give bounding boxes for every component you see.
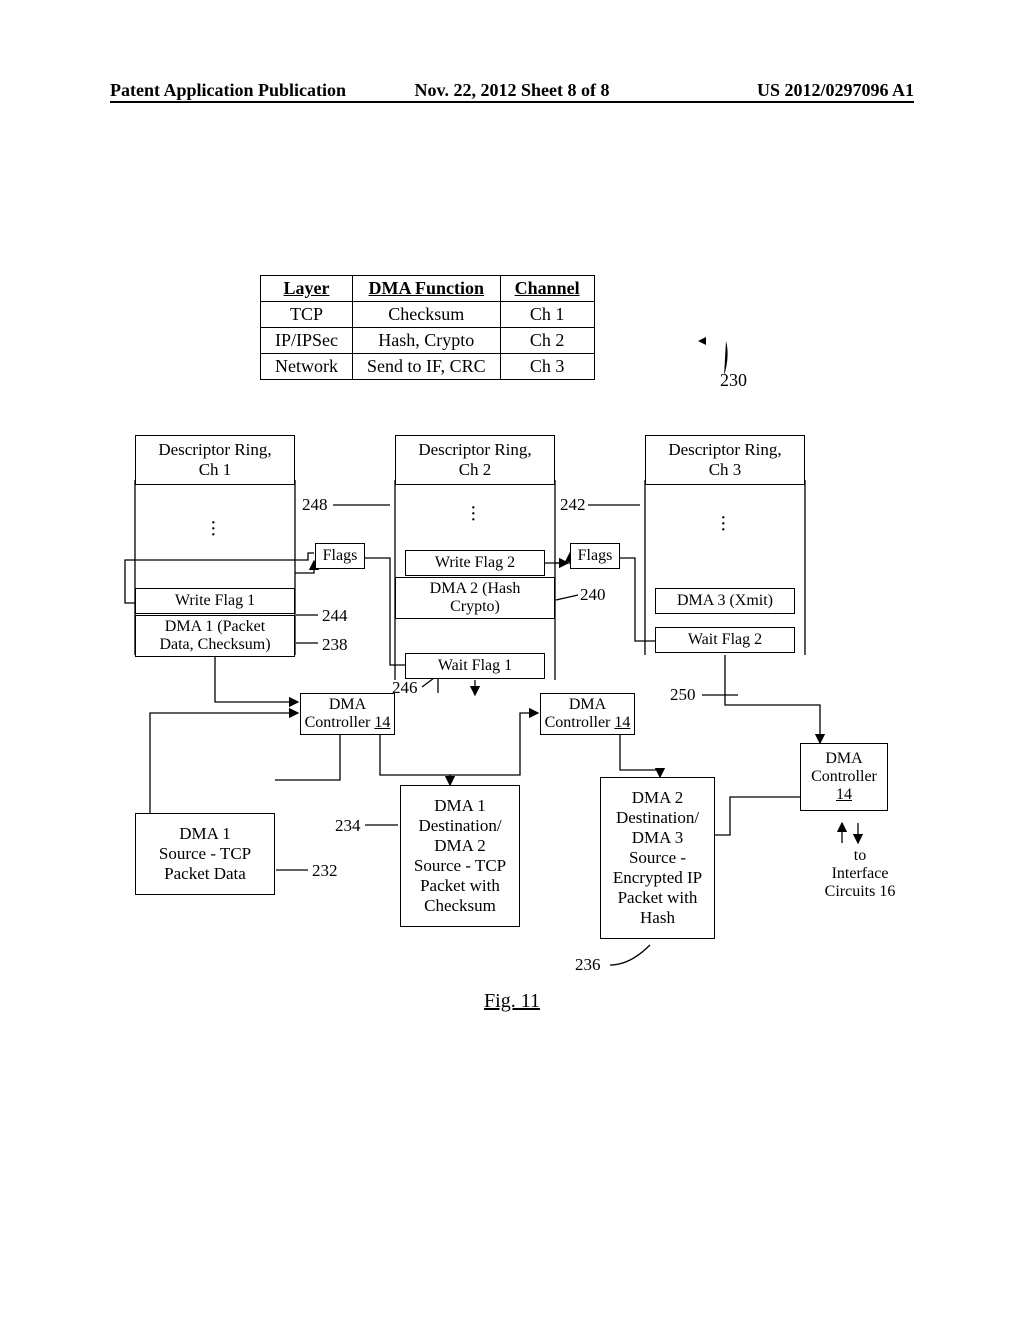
ring-ch2-flags: Flags: [570, 543, 620, 569]
table-header: Channel: [500, 276, 594, 302]
table-cell: Ch 3: [500, 354, 594, 380]
figure-label: Fig. 11: [484, 990, 540, 1013]
box-236: DMA 2Destination/DMA 3Source -Encrypted …: [600, 777, 715, 939]
ring-ch2-title: Descriptor Ring,Ch 2: [395, 435, 555, 485]
ref-240: 240: [580, 585, 606, 605]
table-cell: Send to IF, CRC: [353, 354, 501, 380]
vdots-icon: ···: [470, 505, 477, 523]
ref-250: 250: [670, 685, 696, 705]
ref-248: 248: [302, 495, 328, 515]
ref-232: 232: [312, 861, 338, 881]
ring-ch2-waitflag: Wait Flag 1: [405, 653, 545, 679]
layer-function-table: Layer DMA Function Channel TCP Checksum …: [260, 275, 595, 380]
vdots-icon: ···: [210, 520, 217, 538]
ring-ch1-dma: DMA 1 (PacketData, Checksum): [135, 615, 295, 657]
ref-234: 234: [335, 816, 361, 836]
ring-ch3-dma: DMA 3 (Xmit): [655, 588, 795, 614]
table-cell: Ch 1: [500, 302, 594, 328]
ref-236: 236: [575, 955, 601, 975]
table-cell: Hash, Crypto: [353, 328, 501, 354]
table-cell: Network: [261, 354, 353, 380]
ring-ch2-writeflag: Write Flag 2: [405, 550, 545, 576]
dma-controller-2: DMAController 14: [540, 693, 635, 735]
table-cell: TCP: [261, 302, 353, 328]
table-header: Layer: [261, 276, 353, 302]
ref-230-label: 230: [720, 370, 747, 391]
ref-244: 244: [322, 606, 348, 626]
ref-246: 246: [392, 678, 418, 698]
ring-ch3-title: Descriptor Ring,Ch 3: [645, 435, 805, 485]
table-cell: IP/IPSec: [261, 328, 353, 354]
to-interface-label: toInterfaceCircuits 16: [820, 847, 900, 901]
header-right: US 2012/0297096 A1: [757, 80, 914, 101]
ring-ch1-writeflag: Write Flag 1: [135, 588, 295, 614]
box-232: DMA 1Source - TCPPacket Data: [135, 813, 275, 895]
table-cell: Checksum: [353, 302, 501, 328]
table-cell: Ch 2: [500, 328, 594, 354]
ring-ch2-dma: DMA 2 (HashCrypto): [395, 577, 555, 619]
box-234: DMA 1Destination/DMA 2Source - TCPPacket…: [400, 785, 520, 927]
ring-ch1-flags: Flags: [315, 543, 365, 569]
vdots-icon: ···: [720, 515, 727, 533]
header-center: Nov. 22, 2012 Sheet 8 of 8: [415, 80, 610, 101]
ring-ch1-title: Descriptor Ring,Ch 1: [135, 435, 295, 485]
ref-238: 238: [322, 635, 348, 655]
ring-ch3-waitflag: Wait Flag 2: [655, 627, 795, 653]
ref-242: 242: [560, 495, 586, 515]
figure-11-diagram: Descriptor Ring,Ch 1 ··· Write Flag 1 DM…: [120, 425, 910, 985]
table-header: DMA Function: [353, 276, 501, 302]
dma-controller-3: DMAController14: [800, 743, 888, 811]
page-header: Patent Application Publication Nov. 22, …: [0, 80, 1024, 105]
header-left: Patent Application Publication: [110, 80, 346, 101]
dma-controller-1: DMAController 14: [300, 693, 395, 735]
